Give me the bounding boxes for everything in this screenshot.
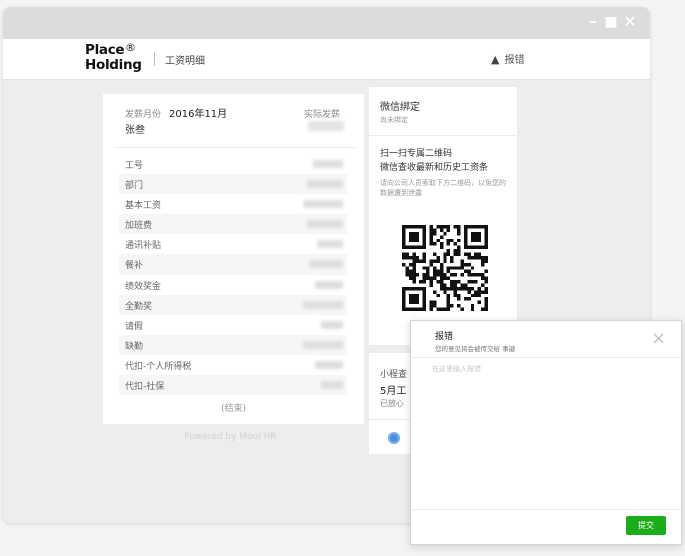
payslip-item-label: 加班费 (125, 221, 153, 232)
payslip-row: 通讯补贴 (119, 234, 347, 254)
minimize-icon[interactable]: – (586, 15, 600, 29)
dialog-close-icon[interactable]: × (651, 330, 666, 348)
report-error-link[interactable]: ▲ 报错 (491, 51, 524, 66)
payslip-item-label: 部门 (125, 181, 144, 192)
payslip-item-label: 代扣-社保 (125, 382, 165, 393)
company-logo: Place Holding ® (85, 41, 142, 73)
mini-program-icon[interactable] (388, 432, 400, 444)
title-bar[interactable]: – ■ ✕ (3, 7, 650, 39)
payslip-items: 工号部门基本工资加班费通讯补贴餐补绩效奖金全勤奖请假缺勤代扣-个人所得税 代扣-社… (119, 154, 347, 396)
dialog-footer-divider (411, 509, 681, 510)
submit-button[interactable]: 提交 (626, 516, 666, 535)
wechat-scan-description: 请向公司人员索取下方二维码，以免您的数据遭到泄露 (380, 179, 506, 197)
payslip-row: 请假 (119, 315, 347, 335)
dialog-subtitle: 您的意见将会被传交给 事键 (435, 345, 516, 353)
payslip-item-value-redacted (315, 280, 343, 289)
mini-program-title: 小程查 (380, 370, 408, 380)
payslip-row: 绩效奖金 (119, 275, 347, 295)
payslip-item-label: 绩效奖金 (125, 281, 162, 292)
mini-program-subline: 已放心 (380, 399, 404, 408)
payslip-row: 代扣-社保 (119, 375, 347, 396)
pay-month-value: 2016年11月 (169, 109, 228, 120)
payslip-card: 发薪月份 2016年11月 张叁 实际发薪 工号部门基本工资加班费通讯补贴餐补绩… (103, 94, 364, 424)
payslip-item-label: 全勤奖 (125, 301, 153, 312)
close-icon[interactable]: ✕ (623, 14, 637, 30)
payslip-item-value-redacted (309, 260, 343, 269)
wechat-binding-card: 微信绑定 尚未绑定 扫一扫专属二维码 微信查收最新和历史工资条 请向公司人员索取… (369, 87, 517, 345)
payslip-item-value-redacted (307, 220, 343, 229)
payslip-item-value-redacted (307, 180, 343, 189)
payslip-item-value-redacted (303, 200, 343, 209)
powered-by: Powered by Moui HR (184, 432, 277, 442)
payslip-row: 工号 (119, 154, 347, 174)
wechat-binding-status: 尚未绑定 (380, 116, 408, 124)
report-error-dialog: 报错 您的意见将会被传交给 事键 × 提交 (410, 320, 682, 545)
payslip-item-value-redacted (321, 381, 343, 390)
wechat-divider (369, 135, 517, 136)
payslip-row: 加班费 (119, 214, 347, 235)
app-header: Place Holding ® 工资明细 ▲ 报错 (3, 39, 650, 80)
net-pay-value-redacted (308, 121, 344, 131)
payslip-item-value-redacted (321, 320, 343, 329)
payslip-row: 全勤奖 (119, 294, 347, 315)
wechat-scan-prompt: 扫一扫专属二维码 (380, 149, 453, 159)
employee-name: 张叁 (125, 125, 145, 136)
report-error-label: 报错 (504, 55, 525, 66)
payslip-row: 缺勤 (119, 334, 347, 355)
warning-icon: ▲ (491, 53, 500, 66)
payslip-item-value-redacted (317, 240, 343, 249)
mini-program-line: 5月工 (380, 386, 407, 397)
payslip-item-label: 代扣-个人所得税 (125, 361, 192, 372)
page-title: 工资明细 (165, 56, 205, 67)
maximize-icon[interactable]: ■ (604, 15, 618, 29)
pay-month-label: 发薪月份 (125, 110, 162, 120)
payslip-item-value-redacted (315, 360, 343, 369)
payslip-row: 餐补 (119, 254, 347, 275)
payslip-item-label: 缺勤 (125, 341, 144, 352)
payslip-item-label: 餐补 (125, 261, 144, 272)
wechat-binding-title: 微信绑定 (380, 102, 420, 113)
payslip-item-value-redacted (303, 300, 343, 309)
payslip-item-value-redacted (313, 160, 343, 168)
wechat-scan-benefit: 微信查收最新和历史工资条 (380, 163, 489, 173)
report-text-input[interactable] (429, 361, 675, 507)
payslip-row: 代扣-个人所得税 (119, 355, 347, 375)
payslip-item-label: 请假 (125, 321, 144, 332)
payslip-row: 基本工资 (119, 194, 347, 214)
payslip-row: 部门 (119, 174, 347, 195)
net-pay-label: 实际发薪 (304, 110, 341, 120)
payslip-item-label: 工号 (125, 161, 144, 171)
payslip-divider (115, 147, 355, 148)
dialog-title: 报错 (435, 332, 454, 342)
payslip-end-marker: (结束) (220, 404, 247, 414)
payslip-item-label: 通讯补贴 (125, 241, 162, 252)
registered-mark: ® (125, 41, 136, 54)
payslip-item-value-redacted (303, 340, 343, 349)
payslip-item-label: 基本工资 (125, 201, 162, 212)
header-divider (154, 52, 155, 66)
dialog-divider (411, 357, 681, 358)
qr-code-icon (402, 225, 488, 311)
